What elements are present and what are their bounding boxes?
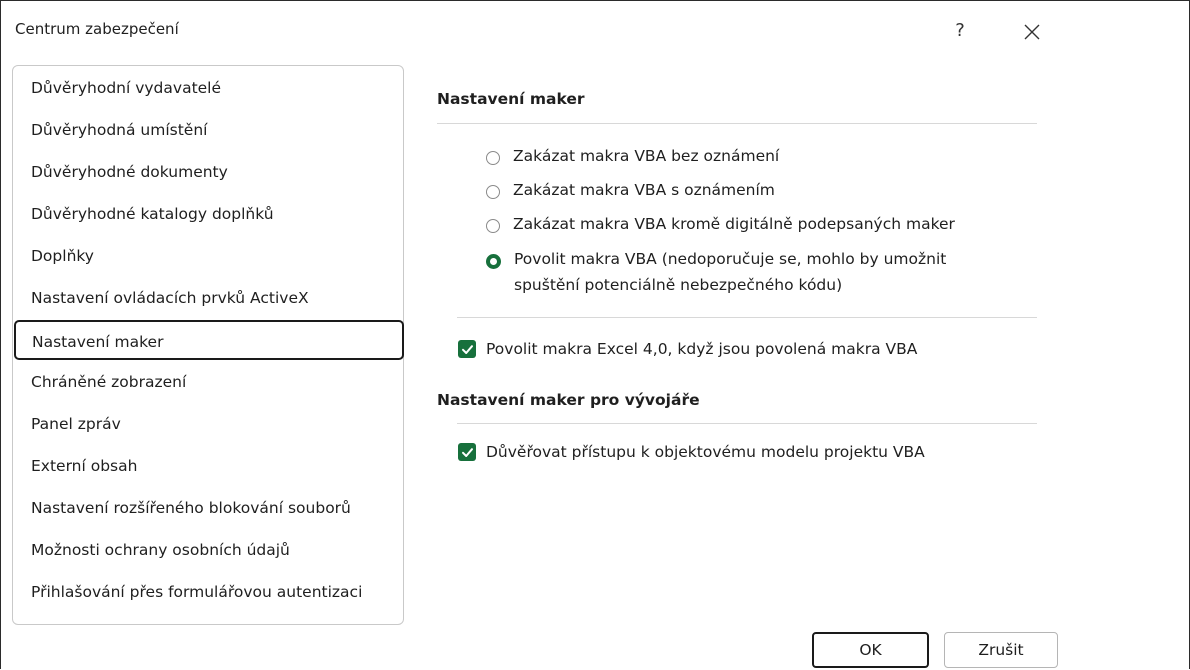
radio-disable-except-signed[interactable]: Zakázat makra VBA kromě digitálně podeps… — [486, 215, 955, 241]
dialog-title: Centrum zabezpečení — [15, 20, 179, 38]
sidebar-item-activex-settings[interactable]: Nastavení ovládacích prvků ActiveX — [13, 278, 405, 318]
radio-label: Zakázat makra VBA s oznámením — [513, 181, 775, 199]
developer-settings-heading: Nastavení maker pro vývojáře — [437, 391, 700, 409]
sidebar-item-message-bar[interactable]: Panel zpráv — [13, 404, 405, 444]
sidebar-item-macro-settings[interactable]: Nastavení maker — [14, 320, 404, 360]
checkbox-enable-excel4-macros[interactable]: Povolit makra Excel 4,0, když jsou povol… — [458, 340, 917, 358]
checkbox-checked[interactable] — [458, 340, 476, 358]
category-list: Důvěryhodní vydavatelé Důvěryhodná umíst… — [12, 65, 404, 625]
sidebar-item-trusted-addin-catalogs[interactable]: Důvěryhodné katalogy doplňků — [13, 194, 405, 234]
section-divider — [457, 317, 1037, 318]
radio-circle[interactable] — [486, 185, 500, 199]
radio-disable-without-notification[interactable]: Zakázat makra VBA bez oznámení — [486, 147, 779, 173]
sidebar-item-privacy-options[interactable]: Možnosti ochrany osobních údajů — [13, 530, 405, 570]
checkbox-label: Povolit makra Excel 4,0, když jsou povol… — [486, 340, 918, 358]
checkmark-icon — [461, 344, 473, 354]
radio-label: Zakázat makra VBA kromě digitálně podeps… — [513, 215, 955, 233]
radio-circle-selected[interactable] — [486, 254, 501, 269]
radio-label: Zakázat makra VBA bez oznámení — [513, 147, 780, 165]
trust-center-dialog: Centrum zabezpečení ? Důvěryhodní vydava… — [0, 0, 1190, 669]
sidebar-item-form-auth[interactable]: Přihlašování přes formulářovou autentiza… — [13, 572, 405, 612]
radio-circle[interactable] — [486, 151, 500, 165]
macro-settings-heading: Nastavení maker — [437, 90, 585, 108]
radio-enable-vba-macros[interactable]: Povolit makra VBA (nedoporučuje se, mohl… — [486, 250, 946, 298]
checkbox-trust-vba-object-model[interactable]: Důvěřovat přístupu k objektovému modelu … — [458, 443, 925, 461]
radio-label-line2: spuštění potenciálně nebezpečného kódu) — [514, 276, 843, 294]
sidebar-item-file-block-settings[interactable]: Nastavení rozšířeného blokování souborů — [13, 488, 405, 528]
radio-label-line1: Povolit makra VBA (nedoporučuje se, mohl… — [514, 250, 947, 268]
sidebar-item-addins[interactable]: Doplňky — [13, 236, 405, 276]
section-divider — [457, 423, 1037, 424]
radio-disable-with-notification[interactable]: Zakázat makra VBA s oznámením — [486, 181, 775, 207]
sidebar-item-protected-view[interactable]: Chráněné zobrazení — [13, 362, 405, 402]
checkbox-checked[interactable] — [458, 443, 476, 461]
section-divider — [437, 123, 1037, 124]
checkbox-label: Důvěřovat přístupu k objektovému modelu … — [486, 443, 925, 461]
radio-label: Povolit makra VBA (nedoporučuje se, mohl… — [514, 246, 946, 298]
cancel-button[interactable]: Zrušit — [944, 632, 1058, 668]
ok-button[interactable]: OK — [812, 632, 929, 668]
sidebar-item-trusted-publishers[interactable]: Důvěryhodní vydavatelé — [13, 68, 405, 108]
sidebar-item-trusted-documents[interactable]: Důvěryhodné dokumenty — [13, 152, 405, 192]
settings-panel: Nastavení maker Zakázat makra VBA bez oz… — [437, 1, 1047, 670]
radio-circle[interactable] — [486, 219, 500, 233]
sidebar-item-trusted-locations[interactable]: Důvěryhodná umístění — [13, 110, 405, 150]
checkmark-icon — [461, 447, 473, 457]
sidebar-item-external-content[interactable]: Externí obsah — [13, 446, 405, 486]
